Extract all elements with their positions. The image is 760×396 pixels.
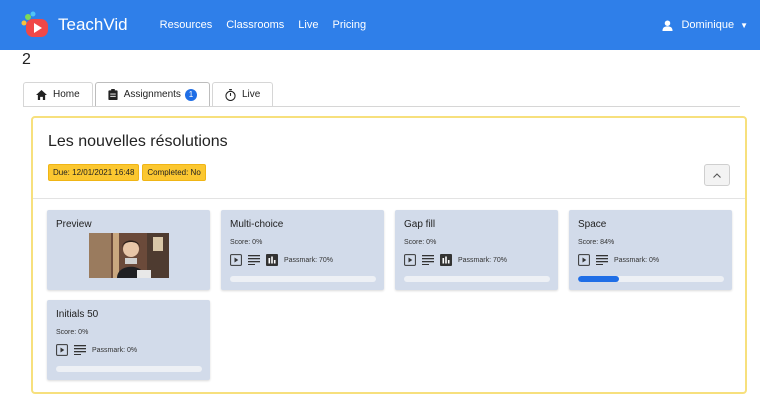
clipboard-icon	[108, 89, 118, 100]
video-play-icon[interactable]	[404, 254, 416, 266]
text-lines-icon[interactable]	[248, 254, 260, 266]
score-progress-fill	[578, 276, 619, 282]
passmark-label: Passmark: 0%	[92, 346, 138, 354]
tab-home-label: Home	[53, 89, 80, 100]
text-lines-icon[interactable]	[74, 344, 86, 356]
user-menu[interactable]: Dominique ▼	[662, 0, 748, 50]
video-play-icon[interactable]	[56, 344, 68, 356]
activity-card-space[interactable]: Space Score: 84% Passmark: 0%	[569, 210, 732, 290]
assignment-tags: Due: 12/01/2021 16:48 Completed: No	[48, 164, 209, 181]
chevron-up-icon	[713, 172, 721, 178]
card-score: Score: 0%	[404, 239, 437, 246]
card-score: Score: 0%	[230, 239, 263, 246]
tab-bar: Home Assignments 1 Live	[23, 82, 275, 106]
due-date-badge: Due: 12/01/2021 16:48	[48, 164, 140, 181]
card-score: Score: 0%	[56, 329, 89, 336]
completed-status-badge: Completed: No	[142, 164, 206, 181]
brand-home-link[interactable]: TeachVid	[20, 10, 128, 40]
brand-name: TeachVid	[58, 15, 128, 34]
user-name: Dominique	[681, 19, 735, 31]
nav-link-resources[interactable]: Resources	[160, 19, 213, 31]
teachvid-logo	[20, 10, 50, 40]
video-play-icon[interactable]	[230, 254, 242, 266]
card-title: Preview	[56, 219, 92, 230]
tab-live[interactable]: Live	[211, 82, 274, 106]
card-title: Multi-choice	[230, 219, 284, 230]
assignment-title: Les nouvelles résolutions	[48, 133, 228, 150]
tab-home[interactable]: Home	[23, 82, 93, 106]
stray-text: 2	[22, 51, 31, 68]
activity-card-initials-50[interactable]: Initials 50 Score: 0% Passmark: 0%	[47, 300, 210, 380]
passmark-label: Passmark: 70%	[284, 256, 334, 264]
home-icon	[36, 89, 47, 100]
nav-link-pricing[interactable]: Pricing	[332, 19, 366, 31]
nav-links: Resources Classrooms Live Pricing	[160, 19, 380, 31]
collapse-button[interactable]	[704, 164, 730, 186]
video-play-icon[interactable]	[578, 254, 590, 266]
tab-live-label: Live	[241, 89, 261, 100]
assignment-panel: Les nouvelles résolutions Due: 12/01/202…	[31, 116, 747, 394]
chevron-down-icon: ▼	[740, 20, 748, 30]
tab-divider	[23, 106, 740, 107]
score-progress-bar	[230, 276, 376, 282]
card-score: Score: 84%	[578, 239, 615, 246]
card-title: Space	[578, 219, 607, 230]
card-title: Gap fill	[404, 219, 436, 230]
bar-chart-icon[interactable]	[266, 254, 278, 266]
card-icons: Passmark: 70%	[404, 254, 507, 266]
text-lines-icon[interactable]	[596, 254, 608, 266]
passmark-label: Passmark: 0%	[614, 256, 660, 264]
nav-link-classrooms[interactable]: Classrooms	[226, 19, 284, 31]
text-lines-icon[interactable]	[422, 254, 434, 266]
video-thumbnail[interactable]	[89, 233, 169, 278]
passmark-label: Passmark: 70%	[458, 256, 508, 264]
user-icon	[662, 19, 674, 31]
card-icons: Passmark: 0%	[56, 344, 137, 356]
card-icons: Passmark: 70%	[230, 254, 333, 266]
navbar: TeachVid Resources Classrooms Live Prici…	[0, 0, 760, 50]
activity-card-multi-choice[interactable]: Multi-choice Score: 0% Passmark: 70%	[221, 210, 384, 290]
tab-assignments-label: Assignments	[123, 89, 181, 100]
score-progress-bar	[56, 366, 202, 372]
nav-link-live[interactable]: Live	[298, 19, 318, 31]
stopwatch-icon	[225, 88, 236, 101]
panel-divider	[33, 198, 745, 199]
bar-chart-icon[interactable]	[440, 254, 452, 266]
activity-card-gap-fill[interactable]: Gap fill Score: 0% Passmark: 70%	[395, 210, 558, 290]
activity-card-preview[interactable]: Preview	[47, 210, 210, 290]
card-title: Initials 50	[56, 309, 99, 320]
card-icons: Passmark: 0%	[578, 254, 659, 266]
assignments-count-badge: 1	[184, 88, 197, 101]
tab-assignments[interactable]: Assignments 1	[94, 82, 210, 106]
score-progress-bar	[578, 276, 724, 282]
score-progress-bar	[404, 276, 550, 282]
